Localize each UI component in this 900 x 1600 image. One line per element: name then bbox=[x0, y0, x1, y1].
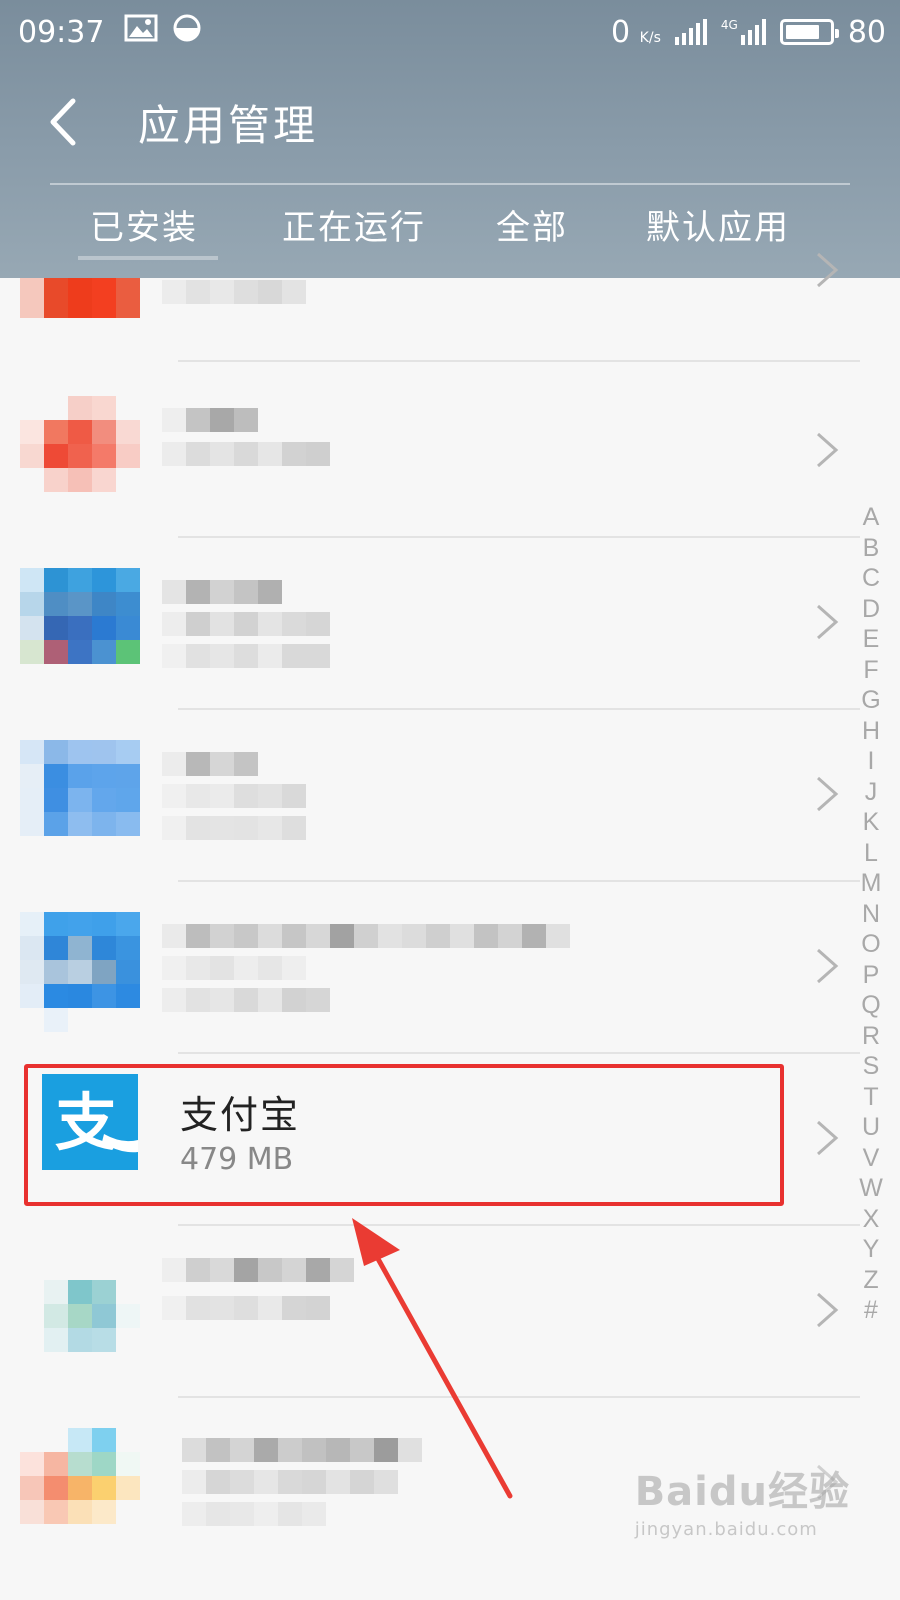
signal-icon bbox=[674, 19, 707, 45]
net-speed: 0 K/s bbox=[611, 14, 661, 50]
index-letter[interactable]: X bbox=[856, 1204, 886, 1235]
index-letter[interactable]: N bbox=[856, 899, 886, 930]
index-letter[interactable]: P bbox=[856, 960, 886, 991]
index-letter[interactable]: L bbox=[856, 838, 886, 869]
battery-level: 80 bbox=[847, 14, 886, 50]
status-bar: 09:37 0 K/s 4G 80 bbox=[18, 12, 886, 52]
highlight-box bbox=[24, 1064, 784, 1206]
app-icon bbox=[20, 1428, 140, 1548]
index-letter[interactable]: A bbox=[856, 502, 886, 533]
list-item[interactable] bbox=[0, 878, 860, 1054]
list-item[interactable] bbox=[0, 706, 860, 882]
index-letter[interactable]: E bbox=[856, 624, 886, 655]
index-letter[interactable]: J bbox=[856, 777, 886, 808]
index-letter[interactable]: Z bbox=[856, 1265, 886, 1296]
index-letter[interactable]: W bbox=[856, 1173, 886, 1204]
index-letter[interactable]: Y bbox=[856, 1234, 886, 1265]
index-letter[interactable]: H bbox=[856, 716, 886, 747]
chevron-right-icon bbox=[817, 1292, 839, 1328]
chevron-right-icon bbox=[817, 432, 839, 468]
app-icon bbox=[20, 1256, 140, 1376]
index-letter[interactable]: F bbox=[856, 655, 886, 686]
image-icon bbox=[124, 14, 158, 50]
battery-icon bbox=[779, 19, 839, 45]
index-letter[interactable]: U bbox=[856, 1112, 886, 1143]
app-icon bbox=[20, 396, 140, 516]
chevron-right-icon bbox=[817, 1120, 839, 1156]
chevron-right-icon bbox=[817, 948, 839, 984]
index-letter[interactable]: M bbox=[856, 868, 886, 899]
index-letter[interactable]: Q bbox=[856, 990, 886, 1021]
chevron-left-icon bbox=[50, 98, 76, 146]
index-letter[interactable]: D bbox=[856, 594, 886, 625]
watermark-brand: Baidu经验 bbox=[634, 1469, 850, 1515]
pointer-arrow-icon bbox=[352, 1218, 513, 1499]
index-letter[interactable]: K bbox=[856, 807, 886, 838]
alphabet-index[interactable]: A B C D E F G H I J K L M N O P Q R S T U V W X Y Z # bbox=[856, 502, 886, 1326]
chevron-right-icon bbox=[817, 604, 839, 640]
list-item[interactable] bbox=[0, 534, 860, 710]
back-button[interactable] bbox=[18, 82, 108, 162]
data-saver-icon bbox=[172, 13, 202, 51]
index-letter[interactable]: S bbox=[856, 1051, 886, 1082]
watermark-url: jingyan.baidu.com bbox=[634, 1519, 818, 1540]
watermark: Baidu经验 jingyan.baidu.com bbox=[635, 1459, 850, 1540]
header-divider bbox=[50, 183, 850, 185]
index-letter[interactable]: C bbox=[856, 563, 886, 594]
list-item[interactable] bbox=[0, 362, 860, 538]
chevron-right-icon bbox=[817, 252, 839, 288]
page-title: 应用管理 bbox=[138, 100, 319, 150]
index-letter[interactable]: # bbox=[856, 1295, 886, 1326]
index-letter[interactable]: I bbox=[856, 746, 886, 777]
app-icon bbox=[20, 568, 140, 688]
index-letter[interactable]: O bbox=[856, 929, 886, 960]
list-item[interactable] bbox=[0, 186, 860, 362]
index-letter[interactable]: V bbox=[856, 1143, 886, 1174]
chevron-right-icon bbox=[817, 776, 839, 812]
index-letter[interactable]: T bbox=[856, 1082, 886, 1113]
app-icon bbox=[20, 912, 140, 1032]
index-letter[interactable]: R bbox=[856, 1021, 886, 1052]
app-icon bbox=[20, 740, 140, 860]
index-letter[interactable]: B bbox=[856, 533, 886, 564]
status-time: 09:37 bbox=[18, 14, 105, 50]
index-letter[interactable]: G bbox=[856, 685, 886, 716]
signal-4g-icon: 4G bbox=[721, 19, 766, 45]
